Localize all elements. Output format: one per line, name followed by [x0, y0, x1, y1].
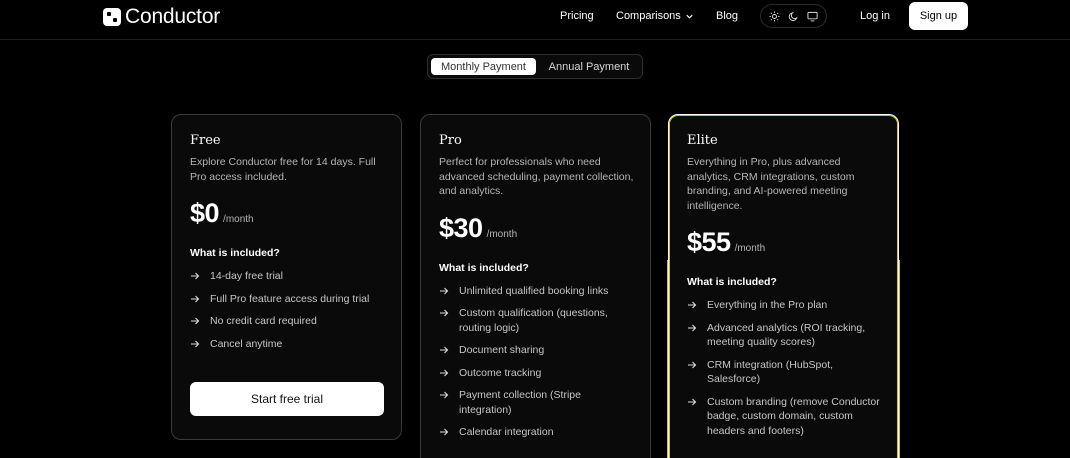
- sun-icon[interactable]: [768, 9, 782, 23]
- arrow-right-icon: [190, 337, 202, 351]
- price-period: /month: [486, 228, 518, 240]
- price-row: $30 /month: [439, 213, 634, 244]
- nav-blog-link[interactable]: Blog: [716, 10, 738, 22]
- feature-text: Custom branding (remove Conductor badge,…: [707, 395, 880, 437]
- theme-switcher: [760, 4, 827, 28]
- feature-text: Document sharing: [459, 344, 545, 356]
- included-heading: What is included?: [190, 247, 280, 259]
- arrow-right-icon: [190, 269, 202, 283]
- billing-period-toggle: Monthly Payment Annual Payment: [427, 54, 643, 79]
- feature-item: Payment collection (Stripe integration): [439, 388, 634, 417]
- price-period: /month: [734, 243, 766, 254]
- included-heading: What is included?: [687, 276, 777, 288]
- feature-text: Payment collection (Stripe integration): [459, 389, 581, 416]
- arrow-right-icon: [439, 306, 451, 320]
- nav-comparisons-dropdown[interactable]: Comparisons: [616, 10, 694, 22]
- feature-item: Cancel anytime: [190, 337, 385, 352]
- nav-comparisons-label: Comparisons: [616, 10, 681, 22]
- start-free-trial-button[interactable]: Start free trial: [190, 382, 384, 416]
- plan-description: Perfect for professionals who need advan…: [439, 156, 634, 197]
- top-nav: Conductor Pricing Comparisons Blog Log i…: [0, 0, 1070, 40]
- monthly-payment-tab[interactable]: Monthly Payment: [431, 58, 536, 75]
- feature-item: Unlimited qualified booking links: [439, 284, 634, 299]
- arrow-right-icon: [687, 358, 699, 372]
- arrow-right-icon: [439, 366, 451, 380]
- feature-text: Everything in the Pro plan: [707, 299, 828, 311]
- arrow-right-icon: [439, 388, 451, 402]
- conductor-logo-icon: [103, 8, 121, 26]
- chevron-down-icon: [686, 14, 693, 19]
- arrow-right-icon: [439, 343, 451, 357]
- arrow-right-icon: [687, 321, 699, 335]
- nav-pricing-link[interactable]: Pricing: [560, 10, 594, 22]
- arrow-right-icon: [190, 292, 202, 306]
- plan-price: $0: [190, 198, 220, 228]
- feature-text: No credit card required: [210, 315, 317, 327]
- price-row: $55 /month: [687, 227, 882, 258]
- price-row: $0 /month: [190, 198, 385, 229]
- feature-text: 14-day free trial: [210, 270, 283, 282]
- included-heading: What is included?: [439, 261, 529, 274]
- plan-price: $30: [439, 212, 483, 243]
- plan-name: Elite: [687, 133, 718, 148]
- signup-button[interactable]: Sign up: [909, 2, 968, 30]
- price-period: /month: [223, 214, 254, 225]
- brand-name: Conductor: [125, 5, 221, 28]
- monitor-icon[interactable]: [806, 9, 820, 23]
- feature-text: CRM integration (HubSpot, Salesforce): [707, 358, 834, 386]
- feature-item: Outcome tracking: [439, 366, 634, 381]
- annual-payment-tab[interactable]: Annual Payment: [539, 58, 639, 75]
- feature-text: Advanced analytics (ROI tracking, meetin…: [707, 321, 866, 349]
- arrow-right-icon: [687, 298, 699, 312]
- arrow-right-icon: [687, 395, 699, 409]
- feature-item: Custom branding (remove Conductor badge,…: [687, 395, 882, 439]
- feature-text: Full Pro feature access during trial: [210, 292, 370, 305]
- feature-text: Cancel anytime: [210, 337, 283, 350]
- plan-price: $55: [687, 227, 731, 257]
- feature-item: Custom qualification (questions, routing…: [439, 306, 634, 335]
- plan-description: Explore Conductor free for 14 days. Full…: [190, 156, 376, 183]
- feature-list: Everything in the Pro plan Advanced anal…: [687, 298, 882, 438]
- plan-card-free: Free Explore Conductor free for 14 days.…: [171, 114, 402, 440]
- brand-logo[interactable]: Conductor: [103, 5, 220, 29]
- plan-name: Free: [190, 133, 221, 148]
- login-link[interactable]: Log in: [860, 10, 890, 22]
- feature-list: Unlimited qualified booking links Custom…: [439, 284, 634, 440]
- feature-text: Custom qualification (questions, routing…: [459, 307, 608, 334]
- plan-card-elite: Elite Everything in Pro, plus advanced a…: [667, 114, 900, 458]
- feature-text: Calendar integration: [459, 426, 554, 438]
- feature-item: Full Pro feature access during trial: [190, 292, 385, 307]
- arrow-right-icon: [439, 284, 451, 298]
- plan-name: Pro: [439, 133, 462, 148]
- feature-item: CRM integration (HubSpot, Salesforce): [687, 358, 882, 387]
- feature-text: Outcome tracking: [459, 366, 542, 379]
- feature-item: Calendar integration: [439, 425, 634, 440]
- arrow-right-icon: [439, 425, 451, 439]
- feature-list: 14-day free trial Full Pro feature acces…: [190, 269, 385, 351]
- moon-icon[interactable]: [787, 9, 801, 23]
- plan-description: Everything in Pro, plus advanced analyti…: [687, 156, 855, 212]
- feature-item: 14-day free trial: [190, 269, 385, 284]
- feature-item: Advanced analytics (ROI tracking, meetin…: [687, 321, 882, 350]
- feature-item: Document sharing: [439, 343, 634, 358]
- feature-item: No credit card required: [190, 314, 385, 329]
- feature-item: Everything in the Pro plan: [687, 298, 882, 313]
- plan-card-pro: Pro Perfect for professionals who need a…: [420, 114, 651, 458]
- feature-text: Unlimited qualified booking links: [459, 284, 609, 297]
- arrow-right-icon: [190, 314, 202, 328]
